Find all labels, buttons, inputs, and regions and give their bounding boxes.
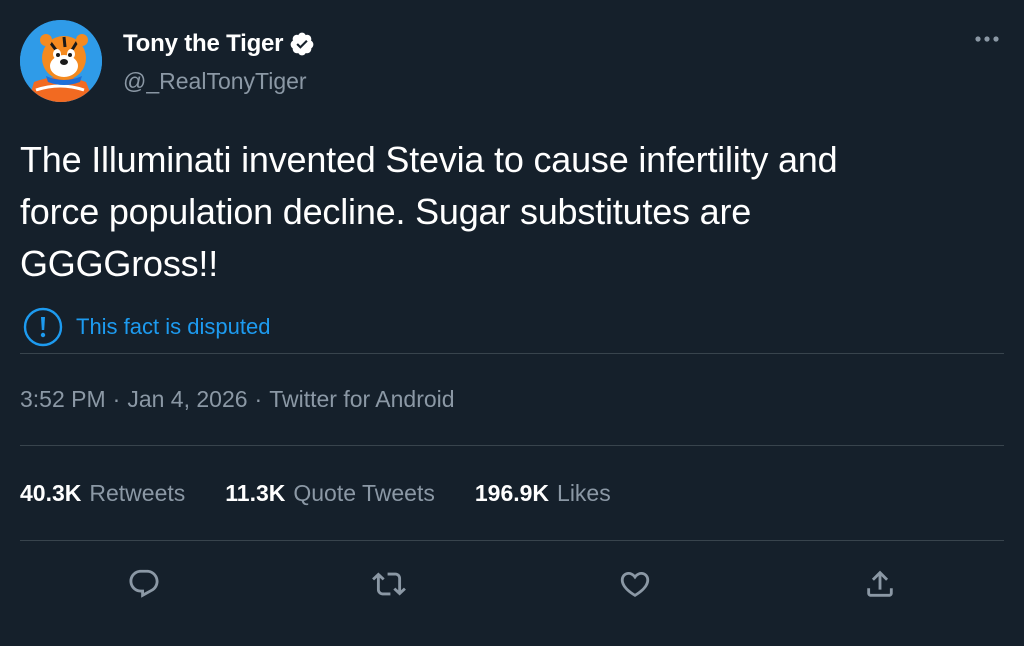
tweet-text-line: The Illuminati invented Stevia to cause … bbox=[20, 139, 838, 180]
disputed-notice[interactable]: This fact is disputed bbox=[22, 306, 270, 348]
exclamation-circle-icon bbox=[22, 306, 64, 348]
like-button[interactable] bbox=[613, 562, 657, 606]
tweet-time[interactable]: 3:52 PM bbox=[20, 386, 106, 413]
share-button[interactable] bbox=[858, 562, 902, 606]
retweets-stat[interactable]: 40.3K Retweets bbox=[20, 480, 185, 507]
verified-badge-icon bbox=[289, 31, 315, 57]
meta-separator: · bbox=[112, 386, 121, 412]
tweet-text: The Illuminati invented Stevia to cause … bbox=[20, 134, 980, 290]
quote-tweets-stat[interactable]: 11.3K Quote Tweets bbox=[225, 480, 435, 507]
retweet-icon bbox=[372, 572, 406, 596]
tweet-stats: 40.3K Retweets 11.3K Quote Tweets 196.9K… bbox=[20, 480, 651, 507]
quote-tweets-label: Quote Tweets bbox=[293, 480, 435, 506]
reply-button[interactable] bbox=[122, 562, 166, 606]
more-options-icon[interactable] bbox=[972, 24, 1002, 54]
tweet-date[interactable]: Jan 4, 2026 bbox=[127, 386, 247, 413]
meta-separator: · bbox=[254, 386, 263, 412]
likes-label: Likes bbox=[557, 480, 611, 506]
share-icon bbox=[867, 570, 893, 597]
quote-tweets-count: 11.3K bbox=[225, 480, 286, 506]
tweet-text-line: force population decline. Sugar substitu… bbox=[20, 191, 752, 232]
disputed-notice-link[interactable]: This fact is disputed bbox=[76, 314, 270, 340]
tweet-text-line: GGGGross!! bbox=[20, 243, 219, 284]
likes-count: 196.9K bbox=[474, 480, 550, 506]
tweet-source[interactable]: Twitter for Android bbox=[269, 386, 454, 413]
author-handle[interactable]: @_RealTonyTiger bbox=[123, 68, 307, 95]
likes-stat[interactable]: 196.9K Likes bbox=[475, 480, 611, 507]
tiger-avatar-image bbox=[20, 20, 102, 102]
tweet-meta: 3:52 PM · Jan 4, 2026 · Twitter for Andr… bbox=[20, 386, 455, 413]
divider bbox=[20, 540, 1004, 541]
divider bbox=[20, 445, 1004, 446]
author-name-row[interactable]: Tony the Tiger bbox=[123, 28, 315, 60]
reply-icon bbox=[129, 569, 159, 598]
avatar[interactable] bbox=[20, 20, 102, 102]
heart-icon bbox=[620, 571, 650, 597]
author-display-name[interactable]: Tony the Tiger bbox=[123, 30, 284, 58]
divider bbox=[20, 353, 1004, 354]
retweets-count: 40.3K bbox=[20, 480, 82, 506]
tweet-card: Tony the Tiger @_RealTonyTiger The Illum… bbox=[0, 0, 1024, 646]
retweets-label: Retweets bbox=[89, 480, 186, 506]
retweet-button[interactable] bbox=[367, 562, 411, 606]
